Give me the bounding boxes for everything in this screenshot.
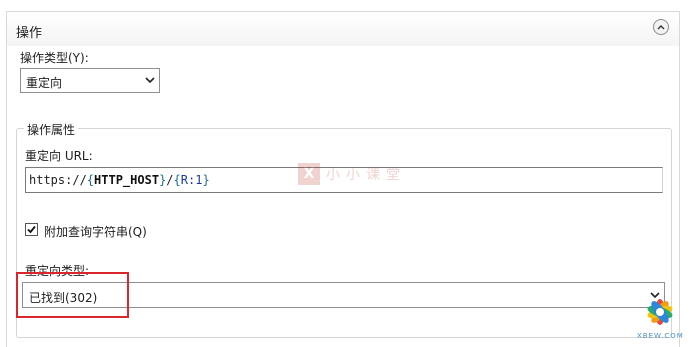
action-type-value: 重定向 [26,76,63,90]
panel-title: 操作 [16,26,43,41]
chevron-down-icon [145,77,155,84]
action-type-label: 操作类型(Y): [20,51,89,65]
corner-logo-caption: XBEW.COM [637,332,684,340]
action-properties-legend: 操作属性 [24,121,79,138]
checkmark-icon [27,225,36,234]
chevron-up-icon [657,25,665,30]
panel-header: 操作 [7,12,679,46]
corner-logo: XBEW.COM [637,288,683,344]
highlight-box [16,272,129,318]
append-query-label[interactable]: 附加查询字符串(Q) [44,223,147,240]
append-query-checkbox[interactable] [25,223,38,236]
action-type-select[interactable]: 重定向 [20,68,160,93]
flower-logo-icon [647,299,673,325]
redirect-url-label: 重定向 URL: [25,149,93,163]
watermark-logo: X [298,163,320,185]
collapse-button[interactable] [653,19,669,35]
watermark-text: 小小课堂 [326,167,406,183]
redirect-url-value: https://{HTTP_HOST}/{R:1} [29,173,210,187]
watermark: X 小小课堂 [298,163,406,185]
